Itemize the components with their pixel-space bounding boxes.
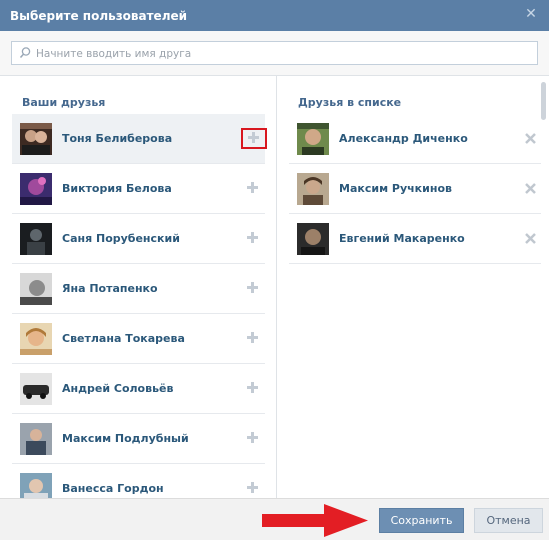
add-friend-icon[interactable]	[245, 430, 262, 447]
friend-row[interactable]: Максим Подлубный	[12, 414, 265, 464]
avatar	[297, 223, 329, 255]
red-arrow-icon	[262, 504, 368, 537]
friend-name[interactable]: Тоня Белиберова	[62, 132, 172, 145]
avatar	[20, 223, 52, 255]
scrollbar[interactable]	[541, 82, 546, 120]
avatar	[20, 123, 52, 155]
add-friend-icon[interactable]	[245, 280, 262, 297]
close-icon[interactable]: ✕	[523, 6, 539, 22]
selected-section-title: Друзья в списке	[298, 96, 402, 109]
cancel-button[interactable]: Отмена	[474, 508, 543, 533]
selected-friend-name[interactable]: Максим Ручкинов	[339, 182, 452, 195]
search-input[interactable]	[34, 44, 533, 64]
dialog-title: Выберите пользователей	[10, 9, 188, 23]
dialog-footer: Сохранить Отмена	[0, 498, 549, 540]
avatar	[297, 173, 329, 205]
friends-section-title: Ваши друзья	[22, 96, 106, 109]
search-icon	[19, 47, 31, 58]
friend-name[interactable]: Максим Подлубный	[62, 432, 189, 445]
remove-friend-icon[interactable]	[524, 182, 537, 195]
avatar	[297, 123, 329, 155]
avatar	[20, 423, 52, 455]
friend-row[interactable]: Яна Потапенко	[12, 264, 265, 314]
selected-friend-row[interactable]: Александр Диченко	[289, 114, 541, 164]
avatar	[20, 373, 52, 405]
avatar	[20, 173, 52, 205]
friend-row[interactable]: Светлана Токарева	[12, 314, 265, 364]
selected-friend-row[interactable]: Максим Ручкинов	[289, 164, 541, 214]
selected-friend-row[interactable]: Евгений Макаренко	[289, 214, 541, 264]
avatar	[20, 323, 52, 355]
selected-friend-name[interactable]: Александр Диченко	[339, 132, 468, 145]
avatar	[20, 273, 52, 305]
friend-name[interactable]: Ванесса Гордон	[62, 482, 164, 495]
avatar	[20, 473, 52, 498]
dialog-titlebar: Выберите пользователей ✕	[0, 0, 549, 31]
add-friend-icon[interactable]	[245, 380, 262, 397]
friend-row[interactable]: Тоня Белиберова	[12, 114, 267, 164]
add-friend-icon[interactable]	[245, 330, 262, 347]
add-friend-icon[interactable]	[245, 180, 262, 197]
selected-friend-name[interactable]: Евгений Макаренко	[339, 232, 465, 245]
friend-name[interactable]: Яна Потапенко	[62, 282, 158, 295]
friend-row[interactable]: Виктория Белова	[12, 164, 265, 214]
add-friend-icon[interactable]	[245, 230, 262, 247]
friend-row[interactable]: Андрей Соловьёв	[12, 364, 265, 414]
add-friend-icon[interactable]	[245, 480, 262, 497]
selected-friends-panel: Друзья в списке Александр Диченко Максим…	[277, 76, 549, 498]
friend-name[interactable]: Саня Порубенский	[62, 232, 180, 245]
search-bar	[0, 31, 549, 76]
friend-row[interactable]: Ванесса Гордон	[12, 464, 265, 498]
remove-friend-icon[interactable]	[524, 232, 537, 245]
remove-friend-icon[interactable]	[524, 132, 537, 145]
friend-name[interactable]: Светлана Токарева	[62, 332, 185, 345]
search-box[interactable]	[11, 41, 538, 65]
friend-name[interactable]: Андрей Соловьёв	[62, 382, 173, 395]
friend-name[interactable]: Виктория Белова	[62, 182, 172, 195]
add-friend-icon[interactable]	[241, 128, 267, 149]
friend-row[interactable]: Саня Порубенский	[12, 214, 265, 264]
save-button[interactable]: Сохранить	[379, 508, 464, 533]
friends-panel: Ваши друзья Тоня Белиберова Виктория Бел…	[0, 76, 277, 498]
